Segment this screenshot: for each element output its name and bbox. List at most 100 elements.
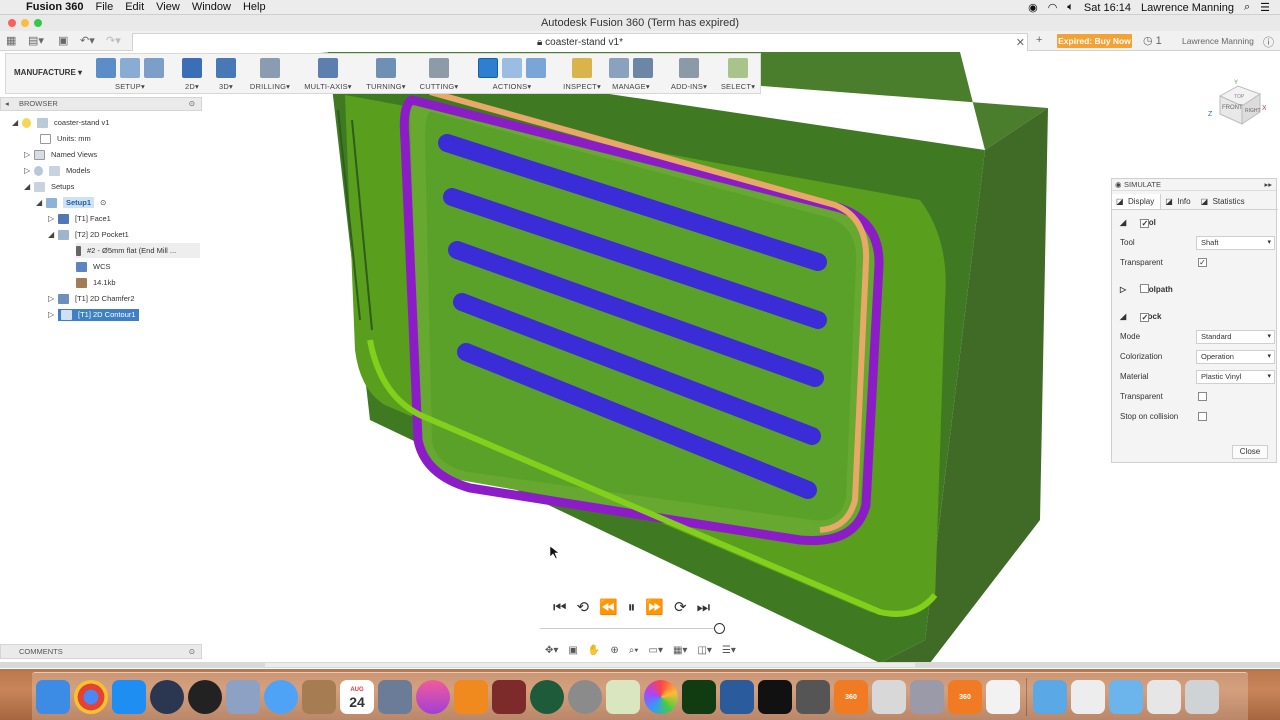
expand-triangle-icon[interactable]: ▷ (48, 214, 58, 223)
wifi-icon[interactable]: ◠ (1048, 1, 1058, 14)
turning-icon[interactable] (376, 58, 396, 78)
tree-size[interactable]: 14.1kb (76, 275, 116, 290)
toolbar-group-turning[interactable]: TURNING▾ (362, 54, 410, 95)
tree-contour1-selected[interactable]: [T1] 2D Contour1 (58, 308, 139, 321)
expand-panel-icon[interactable]: ▸▸ (1264, 179, 1272, 191)
viewcube[interactable]: FRONT RIGHT TOP X Z Y (1208, 78, 1267, 136)
fusion-360-alt-icon[interactable]: 360 (948, 679, 982, 714)
next-operation-icon[interactable]: ⟳ (674, 598, 687, 616)
calendar-icon[interactable]: AUG 24 (340, 679, 374, 714)
spotlight-icon[interactable]: ⌕ (1244, 1, 1250, 14)
look-at-icon[interactable]: ▣ (568, 645, 577, 656)
save-icon[interactable]: ▣ (58, 34, 68, 47)
printer-icon[interactable] (872, 679, 906, 714)
utilities-icon[interactable] (910, 679, 944, 714)
viewcube-front[interactable]: FRONT (1222, 105, 1243, 111)
files-stack-icon[interactable] (1147, 679, 1181, 714)
system-preferences-icon[interactable] (568, 679, 602, 714)
tree-models[interactable]: ▷ Models (24, 163, 90, 178)
itunes-icon[interactable] (416, 679, 450, 714)
multi-axis-icon[interactable] (318, 58, 338, 78)
close-button[interactable]: Close (1232, 445, 1268, 459)
grid-settings-icon[interactable]: ▦▾ (673, 645, 687, 656)
tool-section-checkbox[interactable]: ✓ (1140, 219, 1150, 228)
minimize-window-button[interactable] (21, 19, 29, 27)
timeline-knob[interactable] (714, 623, 725, 634)
app-menu[interactable]: Fusion 360 (26, 1, 83, 13)
toolbar-group-setup[interactable]: SETUP▾ (90, 54, 170, 95)
clock[interactable]: Sat 16:14 (1084, 2, 1131, 14)
menu-help[interactable]: Help (243, 1, 266, 13)
collapse-icon[interactable]: ◂ (5, 98, 9, 110)
menu-edit[interactable]: Edit (125, 1, 144, 13)
comments-options-icon[interactable]: ⊙ (189, 645, 195, 658)
toolbar-group-3d[interactable]: 3D▾ (212, 54, 240, 95)
orbit-icon[interactable]: ✥▾ (545, 645, 558, 656)
toolbar-group-actions[interactable]: ACTIONS▾ (466, 54, 558, 95)
toolbar-group-multi-axis[interactable]: MULTI-AXIS▾ (300, 54, 356, 95)
toolbar-group-manage[interactable]: MANAGE▾ (606, 54, 656, 95)
account-user[interactable]: Lawrence Manning (1182, 36, 1254, 46)
display-settings-icon[interactable]: ▭▾ (649, 645, 663, 656)
tree-units[interactable]: Units: mm (40, 131, 91, 146)
lightbulb-icon[interactable] (34, 165, 43, 176)
activity-monitor-icon[interactable] (682, 679, 716, 714)
undo-icon[interactable]: ↶▾ (80, 34, 95, 47)
tree-chamfer2[interactable]: ▷ [T1] 2D Chamfer2 (48, 291, 135, 306)
setup-sheet-action-icon[interactable] (526, 58, 546, 78)
tool-transparent-checkbox[interactable]: ✓ (1198, 258, 1207, 267)
workspace-switcher[interactable]: MANUFACTURE ▾ (14, 68, 82, 77)
stop-collision-checkbox[interactable] (1198, 412, 1207, 421)
viewcube-right[interactable]: RIGHT (1245, 108, 1261, 114)
scripts-icon[interactable] (679, 58, 699, 78)
simulate-icon[interactable] (478, 58, 498, 78)
post-process-icon[interactable] (502, 58, 522, 78)
zoom-window-button[interactable] (34, 19, 42, 27)
setup-sheet-icon[interactable] (120, 58, 140, 78)
stock-section-checkbox[interactable]: ✓ (1140, 313, 1150, 322)
virtualbox-icon[interactable] (720, 679, 754, 714)
scroll-thumb[interactable] (265, 663, 915, 667)
pause-icon[interactable]: ⏸ (628, 599, 636, 616)
section-icon[interactable]: ☰▾ (722, 645, 736, 656)
dashboard-icon[interactable] (188, 679, 222, 714)
time-machine-icon[interactable] (530, 679, 564, 714)
viewcube-top[interactable]: TOP (1234, 94, 1245, 100)
templates-icon[interactable] (633, 58, 653, 78)
measure-icon[interactable] (572, 58, 592, 78)
messages-icon[interactable] (264, 679, 298, 714)
contacts-icon[interactable] (302, 679, 336, 714)
select-icon[interactable] (728, 58, 748, 78)
cutting-icon[interactable] (429, 58, 449, 78)
new-setup-icon[interactable] (96, 58, 116, 78)
tree-contour1[interactable]: ▷ [T1] 2D Contour1 (48, 307, 139, 322)
tab-display[interactable]: ◪ Display (1112, 194, 1162, 209)
expand-triangle-icon[interactable]: ▷ (24, 166, 34, 175)
tool-library-icon[interactable] (609, 58, 629, 78)
file-icon[interactable]: ▤▾ (28, 34, 44, 47)
expand-triangle-icon[interactable]: ▷ (48, 294, 58, 303)
mode-dropdown[interactable]: Standard (1196, 330, 1275, 344)
toolbar-group-2d[interactable]: 2D▾ (178, 54, 206, 95)
tool-section[interactable]: ◢ ✓ Tool (1120, 216, 1270, 230)
collapse-triangle-icon[interactable]: ◢ (36, 198, 46, 207)
3d-adaptive-icon[interactable] (216, 58, 236, 78)
lightbulb-icon[interactable] (22, 117, 31, 128)
documents-stack-icon[interactable] (1071, 679, 1105, 714)
tree-wcs[interactable]: WCS (76, 259, 111, 274)
go-to-start-icon[interactable]: ⏮ (553, 599, 567, 616)
viewports-icon[interactable]: ◫▾ (697, 645, 711, 656)
toolbar-group-drilling[interactable]: DRILLING▾ (246, 54, 294, 95)
drill-icon[interactable] (260, 58, 280, 78)
menu-view[interactable]: View (156, 1, 180, 13)
collapse-triangle-icon[interactable]: ◢ (48, 230, 58, 239)
material-dropdown[interactable]: Plastic Vinyl (1196, 370, 1275, 384)
app-store-icon[interactable] (112, 679, 146, 714)
notification-center-icon[interactable]: ☰ (1260, 1, 1270, 14)
step-forward-icon[interactable]: ⏩ (645, 598, 664, 616)
previous-operation-icon[interactable]: ⟲ (577, 598, 590, 616)
photos-icon[interactable] (644, 679, 678, 714)
quicktime-icon[interactable] (150, 679, 184, 714)
expand-triangle-icon[interactable]: ▷ (24, 150, 34, 159)
menu-window[interactable]: Window (192, 1, 231, 13)
